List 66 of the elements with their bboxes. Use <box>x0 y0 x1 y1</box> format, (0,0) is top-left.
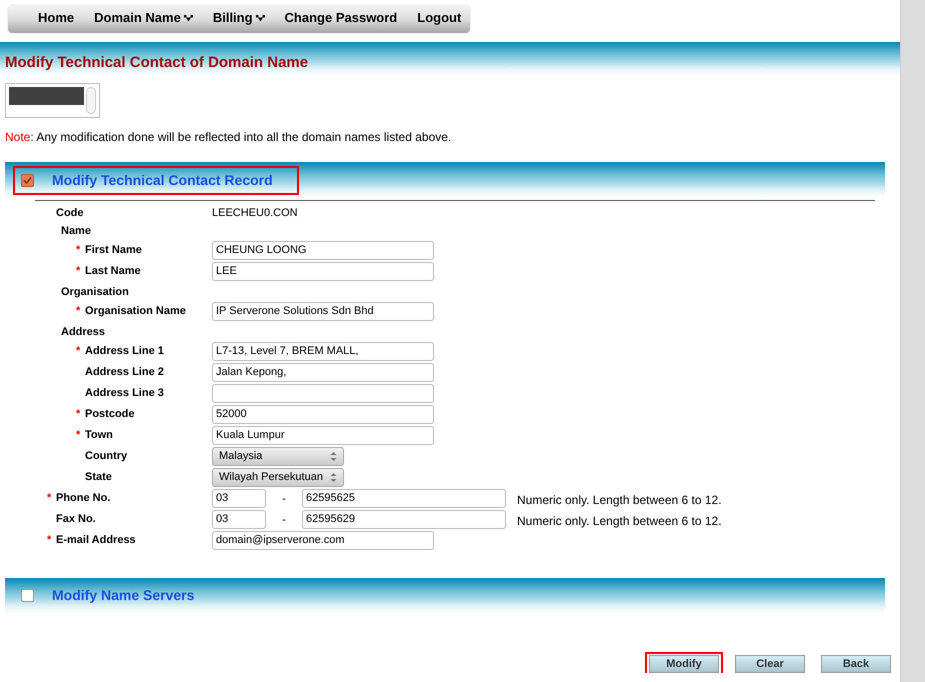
input-field[interactable]: L7-13, Level 7, BREM MALL, <box>212 342 434 360</box>
input-field[interactable]: domain@ipserverone.com <box>212 530 434 550</box>
required-mark: * <box>76 344 80 356</box>
spinner-icon <box>330 472 337 482</box>
action-button[interactable]: Back <box>821 654 891 672</box>
field-label: Phone No. <box>56 490 110 506</box>
caret-icon <box>256 14 265 22</box>
field-label: Country <box>85 448 128 464</box>
required-mark: * <box>76 264 80 276</box>
field-label: Postcode <box>85 406 135 422</box>
menu-item[interactable]: Billing <box>202 8 275 28</box>
input-field[interactable]: 03 <box>212 488 266 508</box>
separator: - <box>281 492 287 506</box>
checkbox[interactable] <box>21 174 34 186</box>
note-text: Note: Any modification done will be reflected into all the domain names listed above. <box>5 129 452 146</box>
field-label: Code <box>56 206 84 221</box>
field-label: Organisation Name <box>85 304 186 318</box>
separator: - <box>281 512 287 528</box>
input-field[interactable]: CHEUNG LOONG <box>212 240 434 260</box>
menu-item[interactable]: Domain Name <box>84 8 203 28</box>
field-label: State <box>85 470 112 484</box>
caret-icon <box>184 14 193 22</box>
checkbox[interactable] <box>21 589 34 602</box>
menu-item[interactable]: Home <box>28 8 84 28</box>
select-field[interactable]: Wilayah Persekutuan <box>212 468 344 486</box>
action-button[interactable]: Clear <box>735 654 805 672</box>
input-field[interactable]: 62595625 <box>302 488 506 508</box>
input-field[interactable] <box>212 384 434 402</box>
field-label: Town <box>85 428 113 442</box>
scrollbar[interactable] <box>86 87 96 114</box>
action-button[interactable]: Modify <box>649 654 719 672</box>
field-label: Fax No. <box>56 512 96 526</box>
group-label: Address <box>61 324 106 340</box>
field-label: Address Line 2 <box>85 364 164 380</box>
required-mark: * <box>47 534 52 546</box>
field-label: First Name <box>85 242 142 258</box>
input-field[interactable]: 03 <box>212 510 266 528</box>
field-label: E-mail Address <box>56 532 136 548</box>
required-mark: * <box>47 492 52 504</box>
domain-listbox[interactable] <box>5 83 100 118</box>
field-label: Address Line 3 <box>85 386 164 400</box>
select-field[interactable]: Malaysia <box>212 446 344 466</box>
input-field[interactable]: Jalan Kepong, <box>212 362 434 382</box>
required-mark: * <box>76 304 80 316</box>
input-field[interactable]: Kuala Lumpur <box>212 426 434 444</box>
input-field[interactable]: 62595629 <box>302 510 506 528</box>
group-label: Organisation <box>61 284 129 300</box>
required-mark: * <box>76 428 80 440</box>
group-label: Name <box>61 224 91 238</box>
required-mark: * <box>76 244 80 256</box>
field-value: LEECHEU0.CON <box>212 206 298 221</box>
hint-text: Numeric only. Length between 6 to 12. <box>517 492 722 508</box>
spinner-icon <box>330 450 337 462</box>
input-field[interactable]: 52000 <box>212 404 434 424</box>
scrollbar[interactable] <box>900 0 925 682</box>
field-label: Address Line 1 <box>85 344 164 358</box>
page-title: Modify Technical Contact of Domain Name <box>5 53 310 73</box>
field-label: Last Name <box>85 264 141 278</box>
hint-text: Numeric only. Length between 6 to 12. <box>517 512 722 530</box>
required-mark: * <box>76 408 80 420</box>
input-field[interactable]: IP Serverone Solutions Sdn Bhd <box>212 302 434 320</box>
section-title: Modify Technical Contact Record <box>52 170 273 190</box>
section-title: Modify Name Servers <box>52 586 194 605</box>
menu-item[interactable]: Change Password <box>274 8 408 28</box>
menu-item[interactable]: Logout <box>407 8 472 28</box>
input-field[interactable]: LEE <box>212 262 434 280</box>
